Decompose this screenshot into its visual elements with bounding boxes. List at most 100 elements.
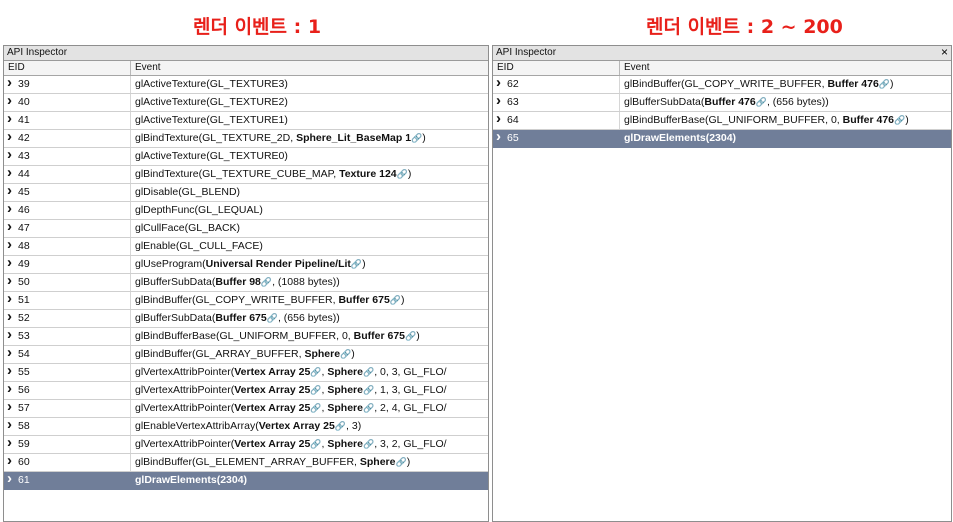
link-icon[interactable]: 🔗 <box>310 385 321 395</box>
chevron-right-icon[interactable]: › <box>496 75 507 90</box>
resource-name[interactable]: Sphere_Lit_BaseMap 1 <box>296 132 411 144</box>
resource-name[interactable]: Buffer 476 <box>843 114 894 126</box>
table-row[interactable]: › 40 glActiveTexture(GL_TEXTURE2) <box>4 93 488 112</box>
resource-name[interactable]: Buffer 675 <box>338 294 389 306</box>
chevron-right-icon[interactable]: › <box>7 75 18 90</box>
chevron-right-icon[interactable]: › <box>7 111 18 126</box>
chevron-right-icon[interactable]: › <box>7 201 18 216</box>
chevron-right-icon[interactable]: › <box>7 381 18 396</box>
resource-name[interactable]: Sphere <box>327 438 363 450</box>
chevron-right-icon[interactable]: › <box>496 93 507 108</box>
table-row[interactable]: › 45 glDisable(GL_BLEND) <box>4 183 488 202</box>
table-row[interactable]: › 46 glDepthFunc(GL_LEQUAL) <box>4 201 488 220</box>
chevron-right-icon[interactable]: › <box>496 111 507 126</box>
resource-name[interactable]: Vertex Array 25 <box>234 384 310 396</box>
chevron-right-icon[interactable]: › <box>7 219 18 234</box>
resource-name[interactable]: Buffer 476 <box>827 78 878 90</box>
column-header-eid[interactable]: EID <box>4 61 131 75</box>
resource-name[interactable]: Buffer 675 <box>215 312 266 324</box>
chevron-right-icon[interactable]: › <box>7 147 18 162</box>
table-row[interactable]: › 54 glBindBuffer(GL_ARRAY_BUFFER, Sphere🔗… <box>4 345 488 364</box>
chevron-right-icon[interactable]: › <box>7 399 18 414</box>
table-row[interactable]: › 65 glDrawElements(2304) <box>493 129 951 148</box>
table-row[interactable]: › 60 glBindBuffer(GL_ELEMENT_ARRAY_BUFFER,… <box>4 453 488 472</box>
table-row[interactable]: › 63 glBufferSubData(Buffer 476🔗, (656 byt… <box>493 93 951 112</box>
chevron-right-icon[interactable]: › <box>7 453 18 468</box>
link-icon[interactable]: 🔗 <box>756 97 767 107</box>
resource-name[interactable]: Vertex Array 25 <box>234 438 310 450</box>
resource-name[interactable]: Vertex Array 25 <box>259 420 335 432</box>
link-icon[interactable]: 🔗 <box>363 367 374 377</box>
chevron-right-icon[interactable]: › <box>496 129 507 144</box>
table-row[interactable]: › 49 glUseProgram(Universal Render Pipelin… <box>4 255 488 274</box>
chevron-right-icon[interactable]: › <box>7 255 18 270</box>
table-row[interactable]: › 50 glBufferSubData(Buffer 98🔗, (1088 byt… <box>4 273 488 292</box>
table-row[interactable]: › 61 glDrawElements(2304) <box>4 471 488 490</box>
chevron-right-icon[interactable]: › <box>7 183 18 198</box>
chevron-right-icon[interactable]: › <box>7 165 18 180</box>
link-icon[interactable]: 🔗 <box>310 403 321 413</box>
chevron-right-icon[interactable]: › <box>7 273 18 288</box>
link-icon[interactable]: 🔗 <box>363 403 374 413</box>
chevron-right-icon[interactable]: › <box>7 291 18 306</box>
link-icon[interactable]: 🔗 <box>405 331 416 341</box>
link-icon[interactable]: 🔗 <box>310 367 321 377</box>
table-row[interactable]: › 59 glVertexAttribPointer(Vertex Array 25… <box>4 435 488 454</box>
table-row[interactable]: › 62 glBindBuffer(GL_COPY_WRITE_BUFFER, Bu… <box>493 75 951 94</box>
table-row[interactable]: › 51 glBindBuffer(GL_COPY_WRITE_BUFFER, Bu… <box>4 291 488 310</box>
link-icon[interactable]: 🔗 <box>397 169 408 179</box>
resource-name[interactable]: Sphere <box>327 402 363 414</box>
link-icon[interactable]: 🔗 <box>261 277 272 287</box>
resource-name[interactable]: Sphere <box>360 456 396 468</box>
table-row[interactable]: › 52 glBufferSubData(Buffer 675🔗, (656 byt… <box>4 309 488 328</box>
resource-name[interactable]: Buffer 476 <box>704 96 755 108</box>
resource-name[interactable]: Buffer 98 <box>215 276 261 288</box>
table-row[interactable]: › 39 glActiveTexture(GL_TEXTURE3) <box>4 75 488 94</box>
resource-name[interactable]: Sphere <box>327 384 363 396</box>
chevron-right-icon[interactable]: › <box>7 345 18 360</box>
link-icon[interactable]: 🔗 <box>879 79 890 89</box>
chevron-right-icon[interactable]: › <box>7 93 18 108</box>
link-icon[interactable]: 🔗 <box>411 133 422 143</box>
table-row[interactable]: › 56 glVertexAttribPointer(Vertex Array 25… <box>4 381 488 400</box>
chevron-right-icon[interactable]: › <box>7 309 18 324</box>
link-icon[interactable]: 🔗 <box>340 349 351 359</box>
table-row[interactable]: › 64 glBindBufferBase(GL_UNIFORM_BUFFER, 0… <box>493 111 951 130</box>
table-row[interactable]: › 53 glBindBufferBase(GL_UNIFORM_BUFFER, 0… <box>4 327 488 346</box>
link-icon[interactable]: 🔗 <box>363 439 374 449</box>
resource-name[interactable]: Vertex Array 25 <box>234 402 310 414</box>
table-row[interactable]: › 48 glEnable(GL_CULL_FACE) <box>4 237 488 256</box>
link-icon[interactable]: 🔗 <box>395 457 406 467</box>
chevron-right-icon[interactable]: › <box>7 129 18 144</box>
table-row[interactable]: › 42 glBindTexture(GL_TEXTURE_2D, Sphere_L… <box>4 129 488 148</box>
link-icon[interactable]: 🔗 <box>267 313 278 323</box>
link-icon[interactable]: 🔗 <box>390 295 401 305</box>
link-icon[interactable]: 🔗 <box>894 115 905 125</box>
link-icon[interactable]: 🔗 <box>310 439 321 449</box>
resource-name[interactable]: Vertex Array 25 <box>234 366 310 378</box>
link-icon[interactable]: 🔗 <box>335 421 346 431</box>
resource-name[interactable]: Texture 124 <box>339 168 397 180</box>
table-row[interactable]: › 43 glActiveTexture(GL_TEXTURE0) <box>4 147 488 166</box>
chevron-right-icon[interactable]: › <box>7 435 18 450</box>
resource-name[interactable]: Sphere <box>304 348 340 360</box>
chevron-right-icon[interactable]: › <box>7 471 18 486</box>
table-row[interactable]: › 41 glActiveTexture(GL_TEXTURE1) <box>4 111 488 130</box>
resource-name[interactable]: Universal Render Pipeline/Lit <box>206 258 351 270</box>
close-icon[interactable]: × <box>941 46 948 59</box>
chevron-right-icon[interactable]: › <box>7 363 18 378</box>
chevron-right-icon[interactable]: › <box>7 237 18 252</box>
table-row[interactable]: › 57 glVertexAttribPointer(Vertex Array 25… <box>4 399 488 418</box>
chevron-right-icon[interactable]: › <box>7 417 18 432</box>
table-row[interactable]: › 58 glEnableVertexAttribArray(Vertex Arra… <box>4 417 488 436</box>
column-header-event[interactable]: Event <box>620 61 951 75</box>
link-icon[interactable]: 🔗 <box>363 385 374 395</box>
table-row[interactable]: › 55 glVertexAttribPointer(Vertex Array 25… <box>4 363 488 382</box>
column-header-event[interactable]: Event <box>131 61 488 75</box>
table-row[interactable]: › 44 glBindTexture(GL_TEXTURE_CUBE_MAP, Te… <box>4 165 488 184</box>
column-header-eid[interactable]: EID <box>493 61 620 75</box>
table-row[interactable]: › 47 glCullFace(GL_BACK) <box>4 219 488 238</box>
chevron-right-icon[interactable]: › <box>7 327 18 342</box>
resource-name[interactable]: Buffer 675 <box>354 330 405 342</box>
link-icon[interactable]: 🔗 <box>351 259 362 269</box>
